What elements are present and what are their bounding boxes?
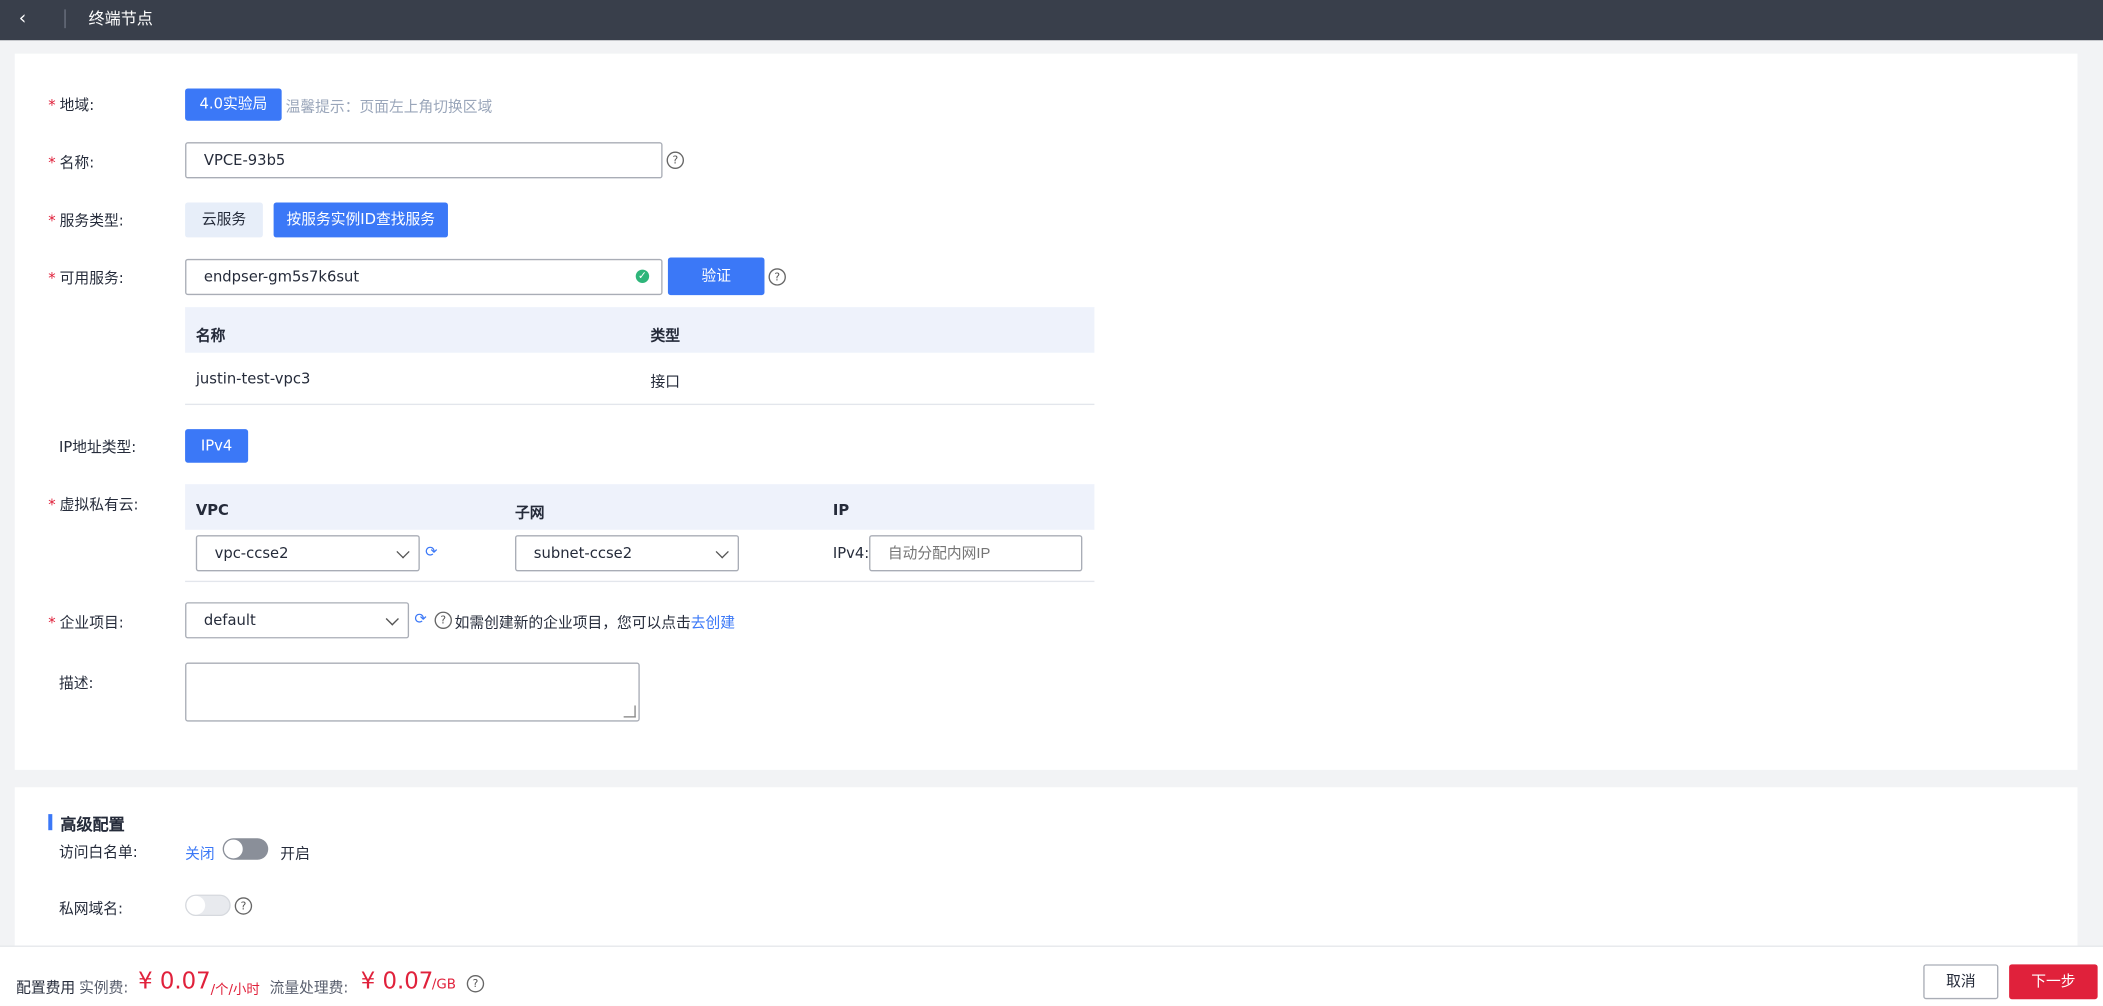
chevron-left-icon[interactable]: ‹ xyxy=(19,7,46,31)
available-service-label: * 可用服务: xyxy=(48,269,124,288)
traffic-fee-price: ¥ 0.07 xyxy=(360,968,434,996)
next-button[interactable]: 下一步 xyxy=(2009,964,2098,1000)
column-type: 类型 xyxy=(650,327,680,345)
fee-label: 配置费用 xyxy=(16,979,76,997)
chevron-down-icon xyxy=(385,612,399,626)
enterprise-project-label: * 企业项目: xyxy=(48,614,124,632)
column-vpc: VPC xyxy=(195,501,229,520)
region-label: * 地域: xyxy=(48,96,95,115)
ip-address-input[interactable] xyxy=(869,535,1083,572)
vpc-label: * 虚拟私有云: xyxy=(48,496,139,514)
name-input[interactable]: VPCE-93b5 xyxy=(185,142,663,179)
enterprise-project-hint: 如需创建新的企业项目，您可以点击去创建 xyxy=(454,614,735,632)
ip-type-label: IP地址类型: xyxy=(59,438,137,457)
instance-fee-unit: /个/小时 xyxy=(210,983,260,998)
region-button[interactable]: 4.0实验局 xyxy=(185,88,282,121)
help-icon[interactable]: ? xyxy=(666,151,685,169)
whitelist-off-label: 关闭 xyxy=(185,844,215,863)
region-hint: 温馨提示：页面左上角切换区域 xyxy=(285,97,493,116)
cancel-button[interactable]: 取消 xyxy=(1923,964,1999,1000)
create-enterprise-project-link[interactable]: 去创建 xyxy=(691,614,735,631)
section-marker xyxy=(48,814,53,831)
vpc-table-header xyxy=(185,484,1095,530)
vpc-select[interactable]: vpc-ccse2 xyxy=(195,535,420,572)
whitelist-toggle[interactable] xyxy=(222,838,269,860)
description-label: 描述: xyxy=(59,674,94,693)
service-name-cell: justin-test-vpc3 xyxy=(195,370,311,388)
help-icon[interactable]: ? xyxy=(768,268,786,286)
service-type-cloud-button[interactable]: 云服务 xyxy=(185,202,263,238)
column-name: 名称 xyxy=(195,327,226,345)
help-icon[interactable]: ? xyxy=(466,975,485,993)
service-table-header xyxy=(185,307,1095,353)
traffic-fee-label: 流量处理费: xyxy=(269,979,349,997)
top-bar: ‹ 终端节点 xyxy=(0,0,2103,41)
name-label: * 名称: xyxy=(48,154,95,172)
private-dns-label: 私网域名: xyxy=(59,899,124,918)
help-icon[interactable]: ? xyxy=(234,897,253,915)
resize-handle-icon[interactable] xyxy=(623,705,636,718)
instance-fee-label: 实例费: xyxy=(79,979,129,997)
refresh-icon[interactable]: ⟳ xyxy=(414,611,426,628)
toggle-knob xyxy=(186,895,206,915)
toggle-knob xyxy=(223,839,243,859)
ipv4-prefix-label: IPv4: xyxy=(832,544,870,562)
advanced-card xyxy=(14,787,2078,946)
column-ip: IP xyxy=(832,501,850,520)
help-icon[interactable]: ? xyxy=(434,611,452,630)
description-textarea[interactable] xyxy=(185,662,640,722)
enterprise-project-select[interactable]: default xyxy=(185,602,410,639)
whitelist-on-label: 开启 xyxy=(280,844,310,863)
divider xyxy=(64,9,66,29)
verify-button[interactable]: 验证 xyxy=(667,257,765,296)
whitelist-label: 访问白名单: xyxy=(59,843,138,862)
private-dns-toggle[interactable] xyxy=(185,894,231,917)
check-circle-icon: ✓ xyxy=(635,269,650,283)
advanced-title: 高级配置 xyxy=(60,815,125,835)
column-subnet: 子网 xyxy=(515,504,545,522)
available-service-input[interactable]: endpser-gm5s7k6sut xyxy=(185,258,663,296)
service-type-by-id-button[interactable]: 按服务实例ID查找服务 xyxy=(273,202,448,238)
refresh-icon[interactable]: ⟳ xyxy=(425,544,437,561)
page-title: 终端节点 xyxy=(88,9,153,29)
ipv4-button[interactable]: IPv4 xyxy=(185,429,249,463)
chevron-down-icon xyxy=(715,545,729,559)
service-type-label: * 服务类型: xyxy=(48,211,124,230)
subnet-select[interactable]: subnet-ccse2 xyxy=(515,535,740,572)
table-row[interactable] xyxy=(185,353,1095,406)
chevron-down-icon xyxy=(396,545,410,559)
service-type-cell: 接口 xyxy=(650,372,680,391)
instance-fee-price: ¥ 0.07 xyxy=(138,968,211,996)
traffic-fee-unit: /GB xyxy=(431,977,456,993)
